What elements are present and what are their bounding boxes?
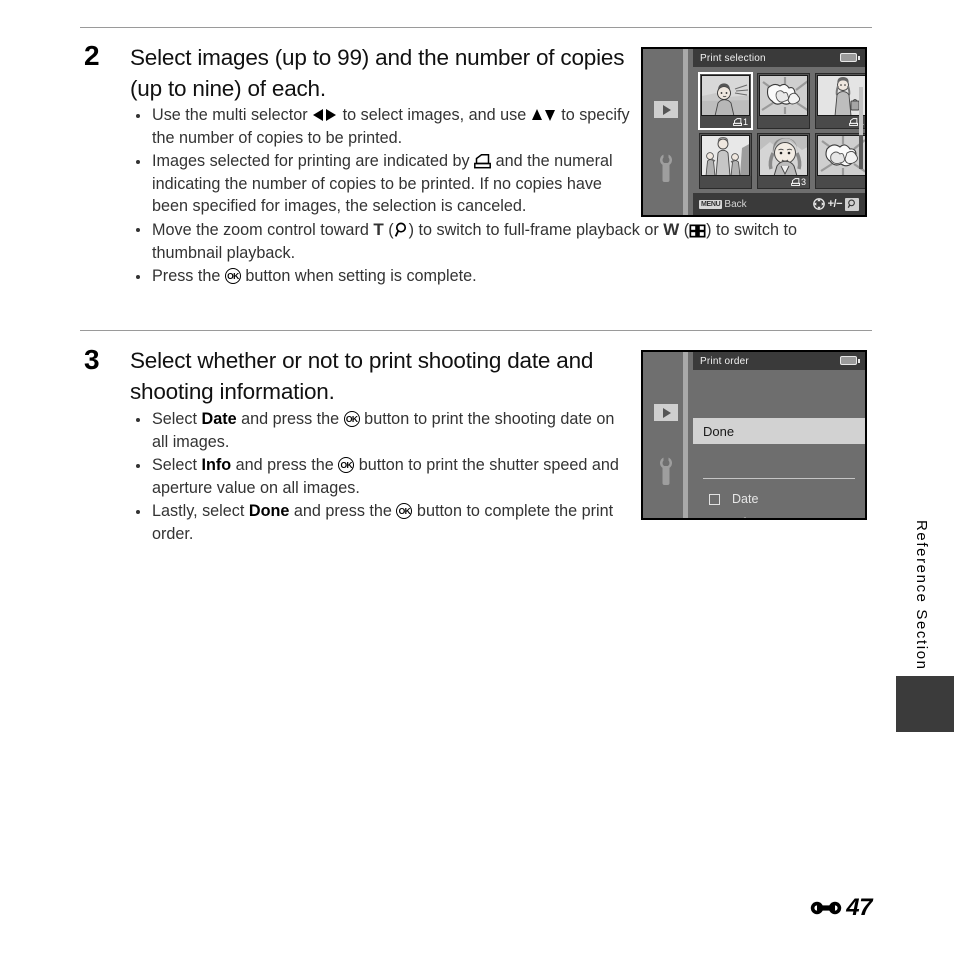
thumbnail-caption (700, 176, 751, 188)
step-3-title: Select whether or not to print shooting … (130, 348, 594, 404)
side-tab-label: Reference Section (913, 520, 930, 671)
menu-item-label: Done (703, 423, 735, 439)
wrench-setup-icon[interactable] (653, 153, 679, 183)
checkbox-date[interactable] (709, 493, 720, 505)
zoom-w-label: W (663, 219, 680, 239)
thumbnail-caption: 1 (700, 116, 751, 128)
manual-page: 2 Select images (up to 99) and the numbe… (0, 0, 954, 954)
screen-body: Print selection 1 3 MENU Back +/− (693, 49, 865, 215)
printer-icon (791, 178, 800, 186)
screen-header: Print selection (693, 49, 865, 67)
screen-body: Print order Done Date Info (693, 352, 865, 518)
magnifier-icon (847, 199, 855, 209)
side-tab-marker (896, 676, 954, 732)
checkbox-row-info[interactable]: Info (693, 510, 865, 518)
list-item: Press the button when setting is complet… (130, 265, 630, 288)
step-3-number: 3 (84, 344, 100, 375)
battery-icon (840, 356, 860, 365)
page-number-text: 47 (846, 894, 872, 921)
photo-flowers (760, 76, 807, 115)
step-2-number: 2 (84, 40, 100, 71)
photo-woman-on-beach (702, 76, 749, 115)
thumbnail-grid: 1 3 (698, 72, 865, 189)
list-item: Lastly, select Done and press the button… (130, 500, 630, 545)
thumbnail-image (759, 135, 808, 176)
done-option-label: Done (248, 502, 290, 521)
plus-minus-label: +/− (827, 198, 843, 210)
ok-button-icon (396, 503, 413, 520)
playback-mode-icon[interactable] (654, 101, 678, 118)
thumbnail-caption: 3 (758, 176, 809, 188)
copy-count: 1 (742, 116, 748, 127)
screen-sidebar (643, 352, 688, 518)
screen-sidebar (643, 49, 688, 215)
thumbnail-1[interactable]: 1 (698, 72, 753, 130)
checkbox-info[interactable] (709, 517, 720, 518)
menu-divider (703, 478, 855, 479)
date-option-label: Date (201, 410, 237, 428)
list-item: Move the zoom control toward T ( ) to sw… (130, 219, 870, 264)
step-2-title: Select images (up to 99) and the number … (130, 45, 625, 101)
thumbnail-caption (816, 176, 865, 188)
printer-icon (733, 118, 742, 126)
thumbnail-grid-icon (689, 224, 706, 238)
nikon-reference-e-icon (811, 901, 842, 915)
top-divider (80, 27, 872, 28)
multi-selector-icon (812, 198, 825, 210)
step-3-bullet-list: Select Date and press the button to prin… (130, 408, 630, 547)
zoom-magnifier-icon (845, 197, 859, 211)
ok-button-icon (224, 268, 241, 285)
list-item: Select Info and press the button to prin… (130, 454, 630, 499)
left-right-arrows-icon (313, 109, 337, 121)
step-2-bullet-list: Use the multi selector to select images,… (130, 104, 797, 289)
checkbox-row-date[interactable]: Date (693, 486, 865, 512)
thumbnail-image (701, 135, 750, 176)
screen-footer: MENU Back +/− (693, 193, 865, 215)
print-order-menu: Done Date Info (693, 370, 865, 518)
page-number: 47 (810, 894, 872, 922)
thumbnail-image (759, 75, 808, 116)
thumbnail-image (701, 75, 750, 116)
thumbnail-4[interactable] (699, 133, 752, 189)
section-divider (80, 330, 872, 331)
screen-title: Print selection (700, 52, 766, 64)
checkbox-date-label: Date (732, 492, 759, 506)
printer-icon (849, 118, 858, 126)
scrollbar-thumb[interactable] (859, 87, 863, 135)
screen-header: Print order (693, 352, 865, 370)
footer-right-group: +/− (812, 197, 859, 211)
ok-button-icon (343, 411, 360, 427)
print-order-screen: Print order Done Date Info (641, 350, 867, 520)
ok-button-icon (338, 457, 355, 474)
thumbnail-caption (758, 116, 809, 128)
thumbnail-grid-area: 1 3 (693, 67, 865, 193)
checkbox-info-label: Info (732, 516, 753, 518)
zoom-t-label: T (373, 219, 384, 239)
info-option-label: Info (201, 456, 232, 475)
menu-item-done[interactable]: Done (693, 418, 865, 444)
magnifier-icon (394, 222, 406, 237)
photo-family-group (702, 136, 749, 175)
printer-icon (474, 154, 492, 169)
list-item: Select Date and press the button to prin… (130, 408, 630, 453)
thumbnail-2[interactable] (757, 73, 810, 129)
print-selection-screen: Print selection 1 3 MENU Back +/− (641, 47, 867, 217)
list-item: Images selected for printing are indicat… (130, 150, 630, 218)
back-label: Back (724, 198, 747, 210)
up-down-arrows-icon (531, 109, 555, 121)
list-item: Use the multi selector to select images,… (130, 104, 630, 149)
menu-key-badge: MENU (699, 199, 723, 209)
copy-count: 3 (800, 176, 806, 187)
battery-icon (840, 53, 860, 62)
wrench-setup-icon[interactable] (653, 456, 679, 486)
screen-title: Print order (700, 355, 749, 367)
photo-portrait-woman (760, 136, 807, 175)
playback-mode-icon[interactable] (654, 404, 678, 421)
thumbnail-5[interactable]: 3 (757, 133, 810, 189)
